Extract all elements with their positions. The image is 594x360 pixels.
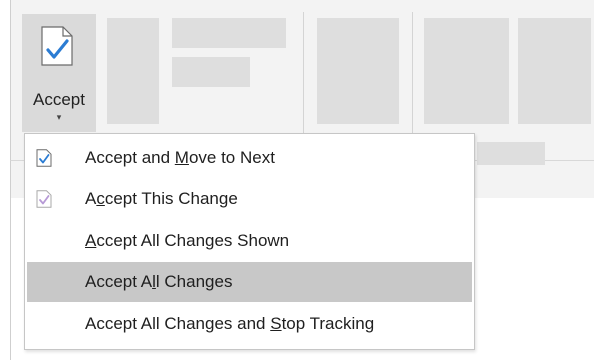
ribbon-placeholder <box>107 18 159 124</box>
ribbon-placeholder <box>424 18 509 124</box>
document-check-icon <box>40 26 74 66</box>
menu-item-accept-and-move-to-next[interactable]: Accept and Move to Next <box>27 138 472 178</box>
menu-item-accept-all-and-stop-tracking[interactable]: Accept All Changes and Stop Tracking <box>27 304 472 344</box>
menu-item-label: Accept All Changes Shown <box>85 231 290 250</box>
accept-dropdown-menu: Accept and Move to Next Accept This Chan… <box>24 133 475 350</box>
menu-item-label: Accept and Move to Next <box>85 148 275 167</box>
chevron-down-icon: ▾ <box>56 112 62 122</box>
menu-item-label: Accept This Change <box>85 189 238 208</box>
ribbon-placeholder <box>172 57 250 87</box>
ribbon-placeholder <box>317 18 399 124</box>
app-window: Accept ▾ Accept and Move to Next Accept … <box>0 0 594 360</box>
document-check-faded-icon <box>36 190 52 208</box>
menu-item-label: Accept All Changes and Stop Tracking <box>85 314 375 333</box>
accept-button-label: Accept <box>33 90 85 109</box>
accept-button[interactable]: Accept ▾ <box>22 14 96 132</box>
menu-item-accept-all-changes-shown[interactable]: Accept All Changes Shown <box>27 221 472 261</box>
document-check-icon <box>36 149 52 167</box>
group-separator <box>303 12 304 142</box>
group-separator <box>412 12 413 142</box>
menu-item-label: Accept All Changes <box>85 272 233 291</box>
ribbon-placeholder <box>518 18 591 124</box>
menu-item-accept-all-changes[interactable]: Accept All Changes <box>27 262 472 302</box>
menu-item-accept-this-change[interactable]: Accept This Change <box>27 179 472 219</box>
ribbon-placeholder <box>172 18 286 48</box>
ribbon-placeholder <box>477 142 545 165</box>
